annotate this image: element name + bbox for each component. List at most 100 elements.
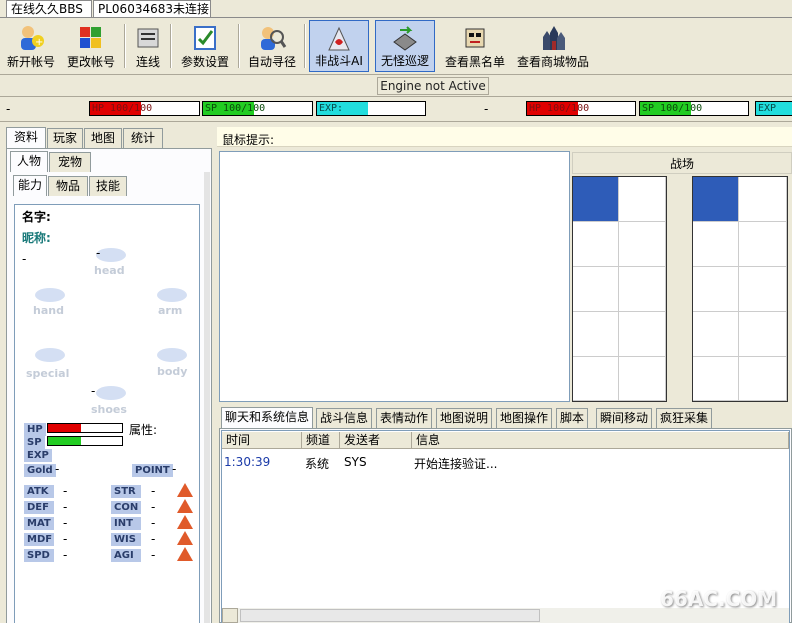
arm-slot[interactable] [157, 288, 187, 302]
ally-grid [572, 176, 667, 402]
toolbar-separator [170, 24, 172, 68]
sp-bar-text: SP 100/100 [205, 103, 266, 114]
chat-sender: SYS [344, 455, 367, 469]
mouse-hint-bar [217, 127, 792, 147]
shop-items-button[interactable]: 查看商城物品 [514, 20, 592, 72]
stat-wis-label: WIS [111, 533, 141, 546]
watermark: 66AC.COM [660, 587, 778, 611]
grid-cell[interactable] [573, 312, 619, 357]
tab-map-info[interactable]: 地图说明 [436, 408, 493, 428]
grid-cell[interactable] [693, 177, 739, 222]
blacklist-button[interactable]: 查看黑名单 [442, 20, 508, 72]
grid-cell[interactable] [619, 222, 666, 267]
settings-button[interactable]: 参数设置 [176, 20, 234, 72]
grid-cell[interactable] [693, 357, 739, 401]
wis-increase-icon[interactable] [177, 531, 193, 545]
tab-skills[interactable]: 技能 [89, 176, 127, 196]
grid-cell[interactable] [573, 357, 619, 401]
tab-character[interactable]: 人物 [10, 151, 48, 172]
left-scrollbar[interactable] [204, 172, 210, 623]
col-time[interactable]: 时间 [222, 432, 302, 449]
int-increase-icon[interactable] [177, 515, 193, 529]
non-combat-ai-button[interactable]: 非战斗AI [309, 20, 369, 72]
stat-int-label: INT [111, 517, 141, 530]
engine-status: Engine not Active [377, 77, 489, 95]
col-message[interactable]: 信息 [412, 432, 789, 449]
shoes-slot[interactable] [96, 386, 126, 400]
patrol-button[interactable]: 无怪巡逻 [375, 20, 435, 72]
shoes-label: shoes [91, 403, 127, 416]
auto-path-button[interactable]: 自动寻径 [244, 20, 300, 72]
grid-cell[interactable] [619, 177, 666, 222]
tab-ability[interactable]: 能力 [13, 175, 47, 196]
tab-bbs[interactable]: 在线久久BBS [6, 0, 92, 18]
head-slot[interactable] [96, 248, 126, 262]
grid-cell[interactable] [573, 267, 619, 312]
sp-badge: SP [24, 436, 45, 449]
grid-cell[interactable] [573, 177, 619, 222]
tab-items[interactable]: 物品 [48, 176, 88, 196]
tab-players[interactable]: 玩家 [47, 128, 83, 148]
grid-cell[interactable] [739, 267, 787, 312]
special-label: special [26, 367, 70, 380]
tab-teleport[interactable]: 瞬间移动 [596, 408, 653, 428]
tab-stats[interactable]: 统计 [123, 128, 163, 148]
stat-mdf-value: - [63, 532, 68, 546]
tab-emotes[interactable]: 表情动作 [376, 408, 433, 428]
tab-profile[interactable]: 资料 [6, 127, 46, 148]
col-sender[interactable]: 发送者 [340, 432, 412, 449]
body-slot[interactable] [157, 348, 187, 362]
tab-pet[interactable]: 宠物 [49, 152, 91, 172]
grid-cell[interactable] [739, 222, 787, 267]
stat-con-value: - [151, 500, 156, 514]
new-account-button[interactable]: + 新开帐号 [2, 20, 60, 72]
tab-gather[interactable]: 疯狂采集 [656, 408, 713, 428]
grid-cell[interactable] [739, 312, 787, 357]
gold-badge: Gold [24, 464, 56, 477]
head-label: head [94, 264, 125, 277]
scroll-left-arrow-icon[interactable] [222, 608, 238, 623]
char-hp-bar [47, 423, 123, 433]
tab-account[interactable]: PL06034683未连接 [93, 0, 211, 18]
pet-sp-bar: SP 100/100 [639, 101, 749, 116]
grid-cell[interactable] [619, 357, 666, 401]
stat-mat-value: - [63, 516, 68, 530]
char-hp-fill [48, 424, 82, 432]
map-view[interactable] [219, 151, 570, 402]
change-account-button[interactable]: 更改帐号 [62, 20, 120, 72]
nickname-label: 昵称: [22, 231, 51, 245]
grid-cell[interactable] [693, 312, 739, 357]
connect-button[interactable]: 连线 [130, 20, 166, 72]
settings-icon [194, 26, 216, 50]
grid-cell[interactable] [693, 222, 739, 267]
grid-cell[interactable] [573, 222, 619, 267]
divider [0, 96, 792, 97]
toolbar-separator [238, 24, 240, 68]
agi-increase-icon[interactable] [177, 547, 193, 561]
mouse-hint-label: 鼠标提示: [222, 133, 275, 147]
scroll-thumb[interactable] [240, 609, 540, 622]
hand-slot[interactable] [35, 288, 65, 302]
char-sp-bar [47, 436, 123, 446]
stat-atk-label: ATK [24, 485, 54, 498]
body-label: body [157, 365, 188, 378]
grid-cell[interactable] [619, 267, 666, 312]
tab-map[interactable]: 地图 [84, 128, 122, 148]
pet-hp-bar-text: HP 100/100 [529, 103, 590, 114]
tab-battle-info[interactable]: 战斗信息 [316, 408, 373, 428]
player-name-placeholder: - [6, 102, 11, 116]
con-increase-icon[interactable] [177, 499, 193, 513]
chat-channel: 系统 [305, 457, 330, 471]
tab-script[interactable]: 脚本 [556, 408, 589, 428]
tab-chat-system[interactable]: 聊天和系统信息 [221, 407, 314, 428]
change-account-icon [80, 27, 101, 48]
grid-cell[interactable] [739, 357, 787, 401]
non-combat-ai-icon [328, 26, 350, 51]
grid-cell[interactable] [693, 267, 739, 312]
grid-cell[interactable] [619, 312, 666, 357]
special-slot[interactable] [35, 348, 65, 362]
tab-map-ops[interactable]: 地图操作 [496, 408, 553, 428]
grid-cell[interactable] [739, 177, 787, 222]
col-channel[interactable]: 频道 [302, 432, 340, 449]
str-increase-icon[interactable] [177, 483, 193, 497]
